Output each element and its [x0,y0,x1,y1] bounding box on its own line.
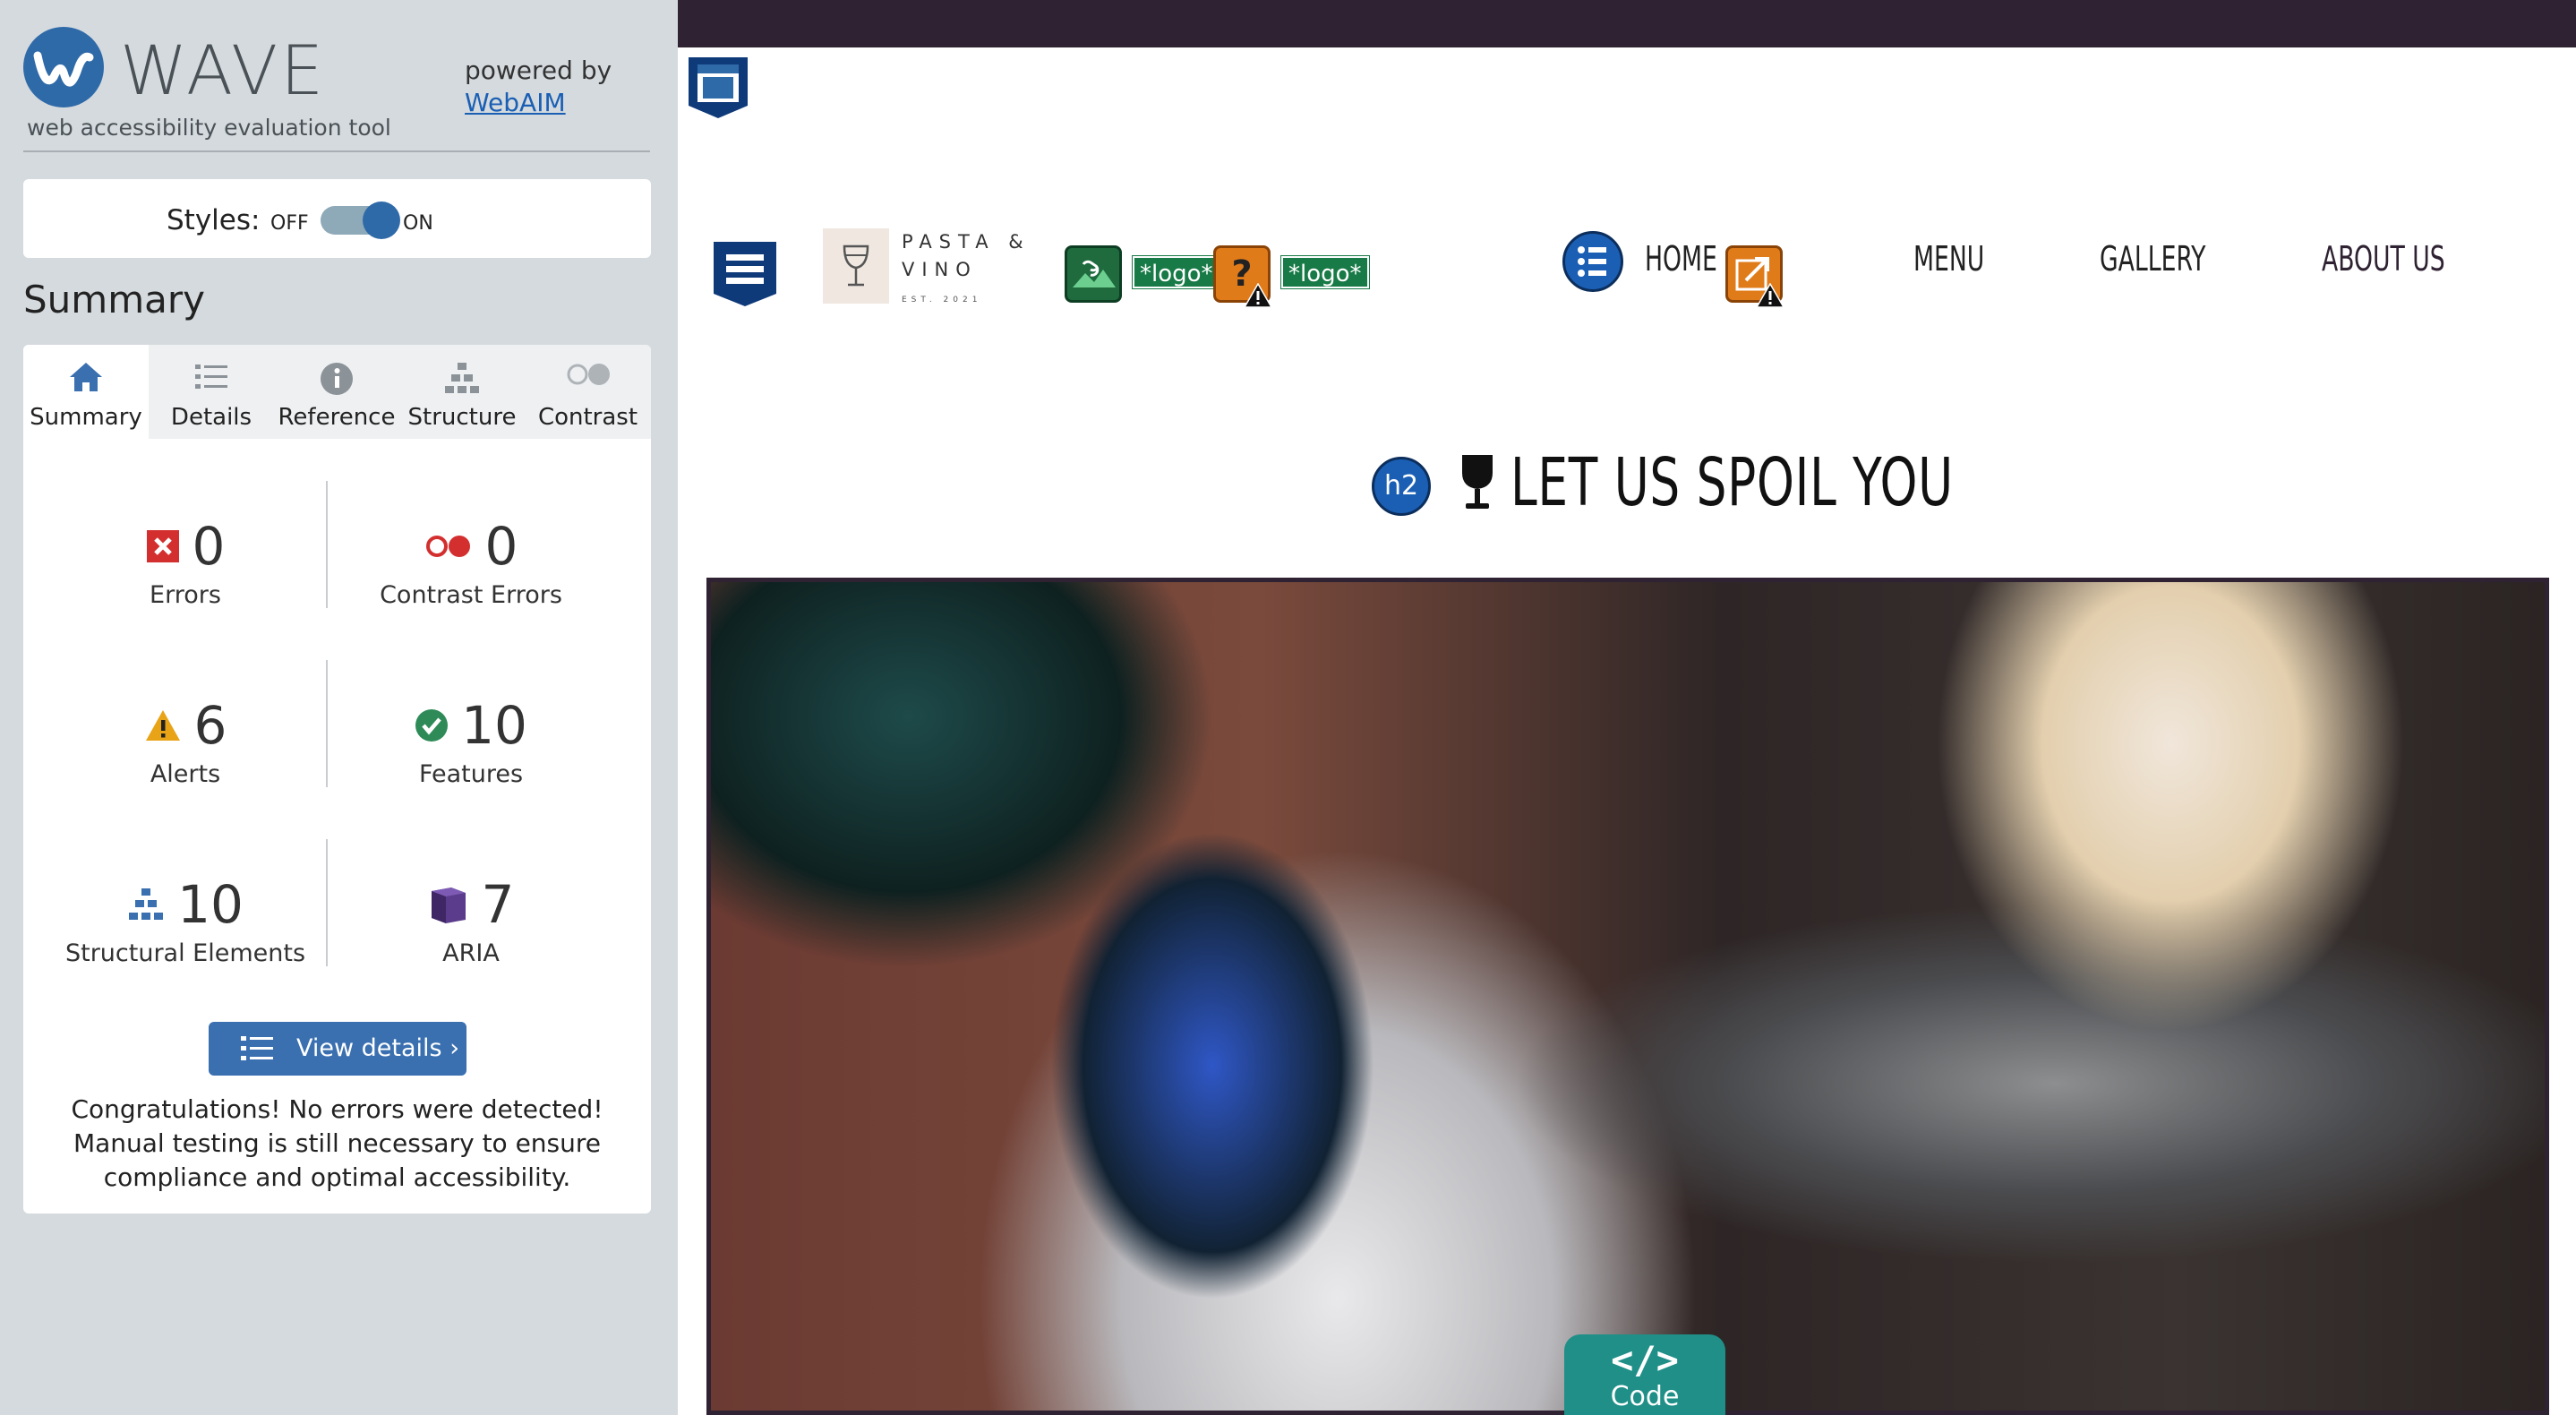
list-icon [1578,246,1606,277]
site-logo-text: PASTA & VINO [902,228,1031,284]
errors-label: Errors [150,581,221,609]
view-details-button[interactable]: View details › [209,1022,466,1076]
styles-off-label: OFF [270,212,309,235]
header-region-icon[interactable] [712,238,778,308]
view-details-label: View details › [296,1034,459,1062]
stat-divider [326,839,328,966]
contrast-error-icon [425,536,470,557]
wave-sidebar: WAVE web accessibility evaluation tool p… [0,0,678,1415]
tab-label: Contrast [537,404,638,431]
tab-details[interactable]: Details [149,345,274,439]
nav-menu[interactable]: MENU [1913,239,1984,279]
alerts-label: Alerts [150,760,221,788]
alt-text-tag: *logo* [1132,255,1221,289]
errors-count: 0 [192,516,226,577]
tab-reference[interactable]: Reference [274,345,399,439]
list-icon [241,1036,273,1060]
warning-icon [1244,283,1272,308]
alt-text-tag: *logo* [1280,255,1370,289]
warning-icon [1756,283,1784,308]
site-topbar [678,0,2576,47]
structural-count: 10 [177,874,244,935]
wine-glass-icon [843,244,869,287]
stat-features[interactable]: 10 Features [337,695,605,788]
aria-label: ARIA [442,939,500,967]
unordered-list-icon[interactable] [1562,231,1623,292]
styles-toggle[interactable] [321,202,400,239]
info-icon [321,363,353,395]
wave-subtitle: web accessibility evaluation tool [27,115,391,141]
home-icon [70,363,102,391]
tab-summary[interactable]: Summary [23,345,149,439]
code-icon: </> [1611,1338,1679,1382]
tab-structure[interactable]: Structure [399,345,525,439]
stat-errors[interactable]: 0 Errors [51,516,320,609]
tab-label: Summary [30,404,142,431]
structural-label: Structural Elements [64,939,306,967]
site-preview: PASTA & VINO EST. 2021 *logo* ? *logo* H [678,0,2576,1415]
contrast-errors-label: Contrast Errors [380,581,562,609]
powered-by-label: powered by [465,56,612,85]
link-image-icon [1073,260,1116,287]
stat-divider [326,660,328,787]
section-heading: LET US SPOIL YOU [1511,444,1954,521]
nav-home[interactable]: HOME [1645,239,1717,279]
logo-line-2: VINO [902,259,978,280]
stat-alerts[interactable]: 6 Alerts [51,695,320,788]
nav-about-us[interactable]: ABOUT US [2322,239,2445,279]
aria-cube-icon [431,888,466,923]
stat-structural[interactable]: 10 Structural Elements [51,874,320,967]
tab-label: Reference [278,404,396,431]
nav-gallery[interactable]: GALLERY [2100,239,2205,279]
contrast-errors-count: 0 [484,516,518,577]
contrast-icon [567,364,610,385]
summary-heading: Summary [23,278,205,322]
features-count: 10 [461,695,527,756]
wine-glass-icon [1462,455,1493,509]
wave-title: WAVE [120,30,327,110]
logo-line-1: PASTA & [902,231,1031,253]
feature-check-icon [415,709,449,742]
summary-panel: Summary Details Reference Structure Cont… [23,345,651,1213]
congrats-message: Congratulations! No errors were detected… [71,1094,603,1192]
code-label: Code [1610,1381,1680,1412]
wave-logo-icon [23,27,104,107]
code-toggle-button[interactable]: </> Code [1564,1334,1725,1415]
tab-label: Details [170,404,252,431]
hierarchy-icon [445,363,479,393]
stat-divider [326,481,328,608]
wave-app: WAVE web accessibility evaluation tool p… [0,0,2576,1415]
tab-label: Structure [407,404,517,431]
stat-aria[interactable]: 7 ARIA [337,874,605,967]
h2-heading-icon[interactable]: h2 [1372,457,1431,516]
list-icon [195,364,227,389]
webaim-link[interactable]: WebAIM [465,88,566,117]
logo-est: EST. 2021 [902,296,982,304]
stat-contrast-errors[interactable]: 0 Contrast Errors [337,516,605,609]
aria-count: 7 [481,874,515,935]
divider [23,150,650,152]
alerts-count: 6 [193,695,227,756]
linked-image-icon[interactable] [1065,245,1122,303]
styles-label: Styles: [167,204,261,236]
features-label: Features [418,760,524,788]
panel-tabs: Summary Details Reference Structure Cont… [23,345,651,439]
toggle-knob [363,202,400,239]
styles-on-label: ON [403,212,433,235]
alert-icon [145,710,180,741]
site-logo-image[interactable] [823,228,889,304]
styles-toggle-box: Styles: OFF ON [23,179,651,258]
error-icon [146,530,179,562]
structure-icon [129,888,164,920]
tab-contrast[interactable]: Contrast [525,345,651,439]
aria-region-icon[interactable] [687,52,749,120]
hero-image [706,578,2549,1415]
